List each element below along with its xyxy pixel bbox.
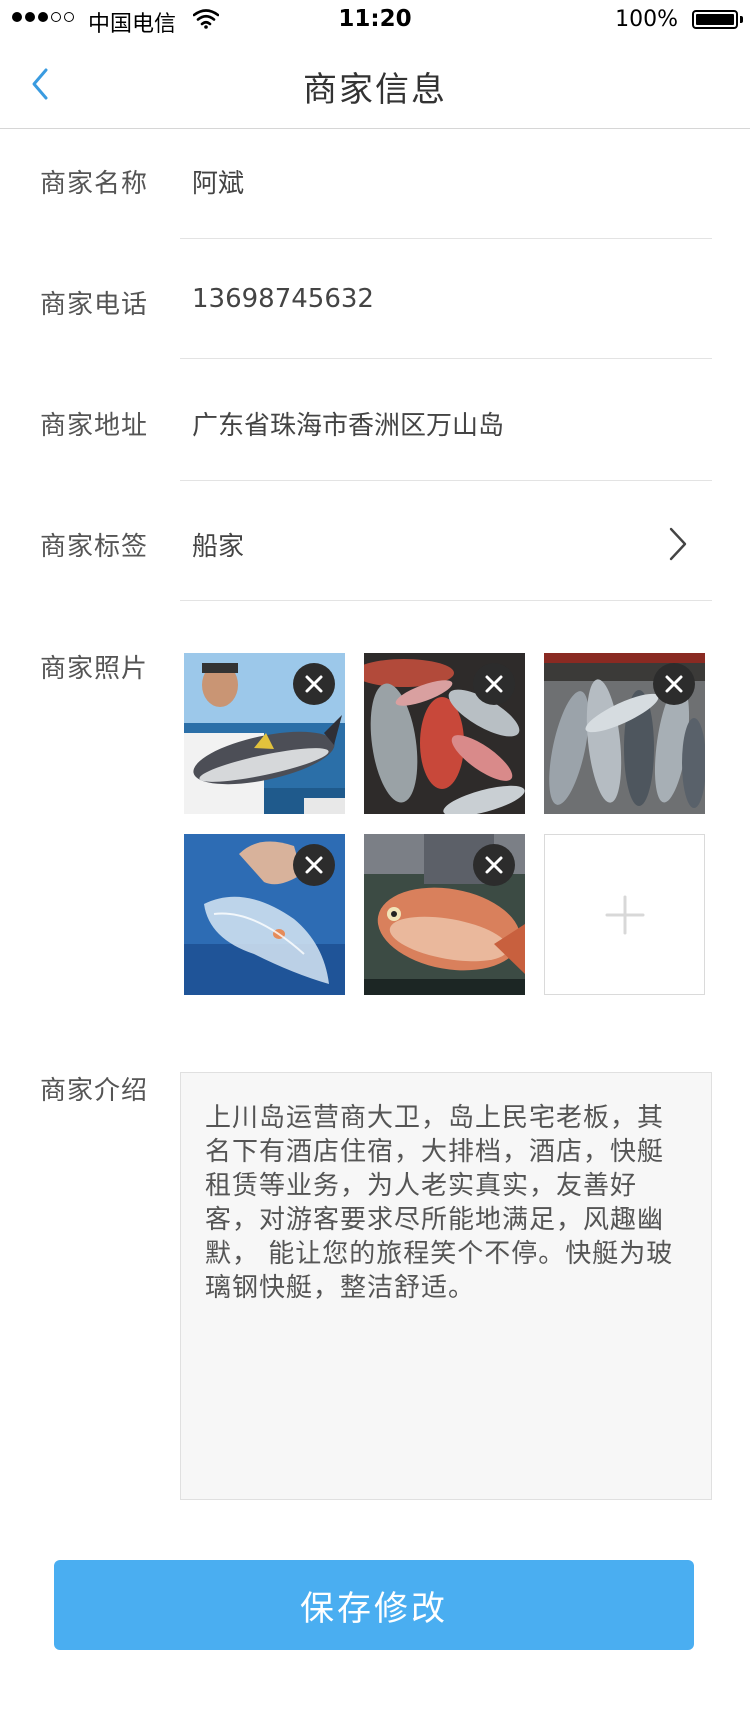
delete-photo-button[interactable] <box>293 844 335 886</box>
divider <box>180 358 712 359</box>
delete-photo-button[interactable] <box>473 844 515 886</box>
merchant-address-label: 商家地址 <box>40 411 149 441</box>
merchant-intro-textarea[interactable]: 上川岛运营商大卫，岛上民宅老板，其名下有酒店住宿，大排档，酒店，快艇租赁等业务，… <box>180 1072 712 1500</box>
divider <box>180 480 712 481</box>
chevron-right-icon[interactable] <box>668 526 688 562</box>
battery-icon <box>692 10 738 29</box>
merchant-photos-label: 商家照片 <box>40 654 149 684</box>
merchant-phone-label: 商家电话 <box>40 290 149 320</box>
close-icon <box>305 675 323 693</box>
merchant-phone-field[interactable]: 13698745632 <box>192 284 374 314</box>
merchant-tag-label: 商家标签 <box>40 532 149 562</box>
photo-thumbnail[interactable] <box>364 834 525 995</box>
photo-thumbnail[interactable] <box>544 653 705 814</box>
battery-percent: 100% <box>615 7 678 32</box>
delete-photo-button[interactable] <box>473 663 515 705</box>
divider <box>180 238 712 239</box>
page-title: 商家信息 <box>303 70 447 110</box>
close-icon <box>485 675 503 693</box>
merchant-name-field[interactable]: 阿斌 <box>192 163 244 200</box>
merchant-intro-text: 上川岛运营商大卫，岛上民宅老板，其名下有酒店住宿，大排档，酒店，快艇租赁等业务，… <box>205 1103 674 1303</box>
plus-icon <box>605 895 645 935</box>
close-icon <box>305 856 323 874</box>
delete-photo-button[interactable] <box>653 663 695 705</box>
add-photo-button[interactable] <box>544 834 705 995</box>
navigation-bar: 商家信息 <box>0 40 750 129</box>
merchant-address-field[interactable]: 广东省珠海市香洲区万山岛 <box>192 405 504 442</box>
save-changes-button[interactable]: 保存修改 <box>54 1560 694 1650</box>
photo-thumbnail[interactable] <box>184 834 345 995</box>
battery-tip <box>740 16 743 23</box>
merchant-tag-selector[interactable]: 船家 <box>192 526 244 563</box>
close-icon <box>665 675 683 693</box>
photo-thumbnail[interactable] <box>184 653 345 814</box>
merchant-name-label: 商家名称 <box>40 169 149 199</box>
delete-photo-button[interactable] <box>293 663 335 705</box>
photo-thumbnail[interactable] <box>364 653 525 814</box>
close-icon <box>485 856 503 874</box>
status-bar: 中国电信 11:20 100% <box>0 0 750 40</box>
merchant-intro-label: 商家介绍 <box>40 1076 149 1106</box>
divider <box>180 600 712 601</box>
